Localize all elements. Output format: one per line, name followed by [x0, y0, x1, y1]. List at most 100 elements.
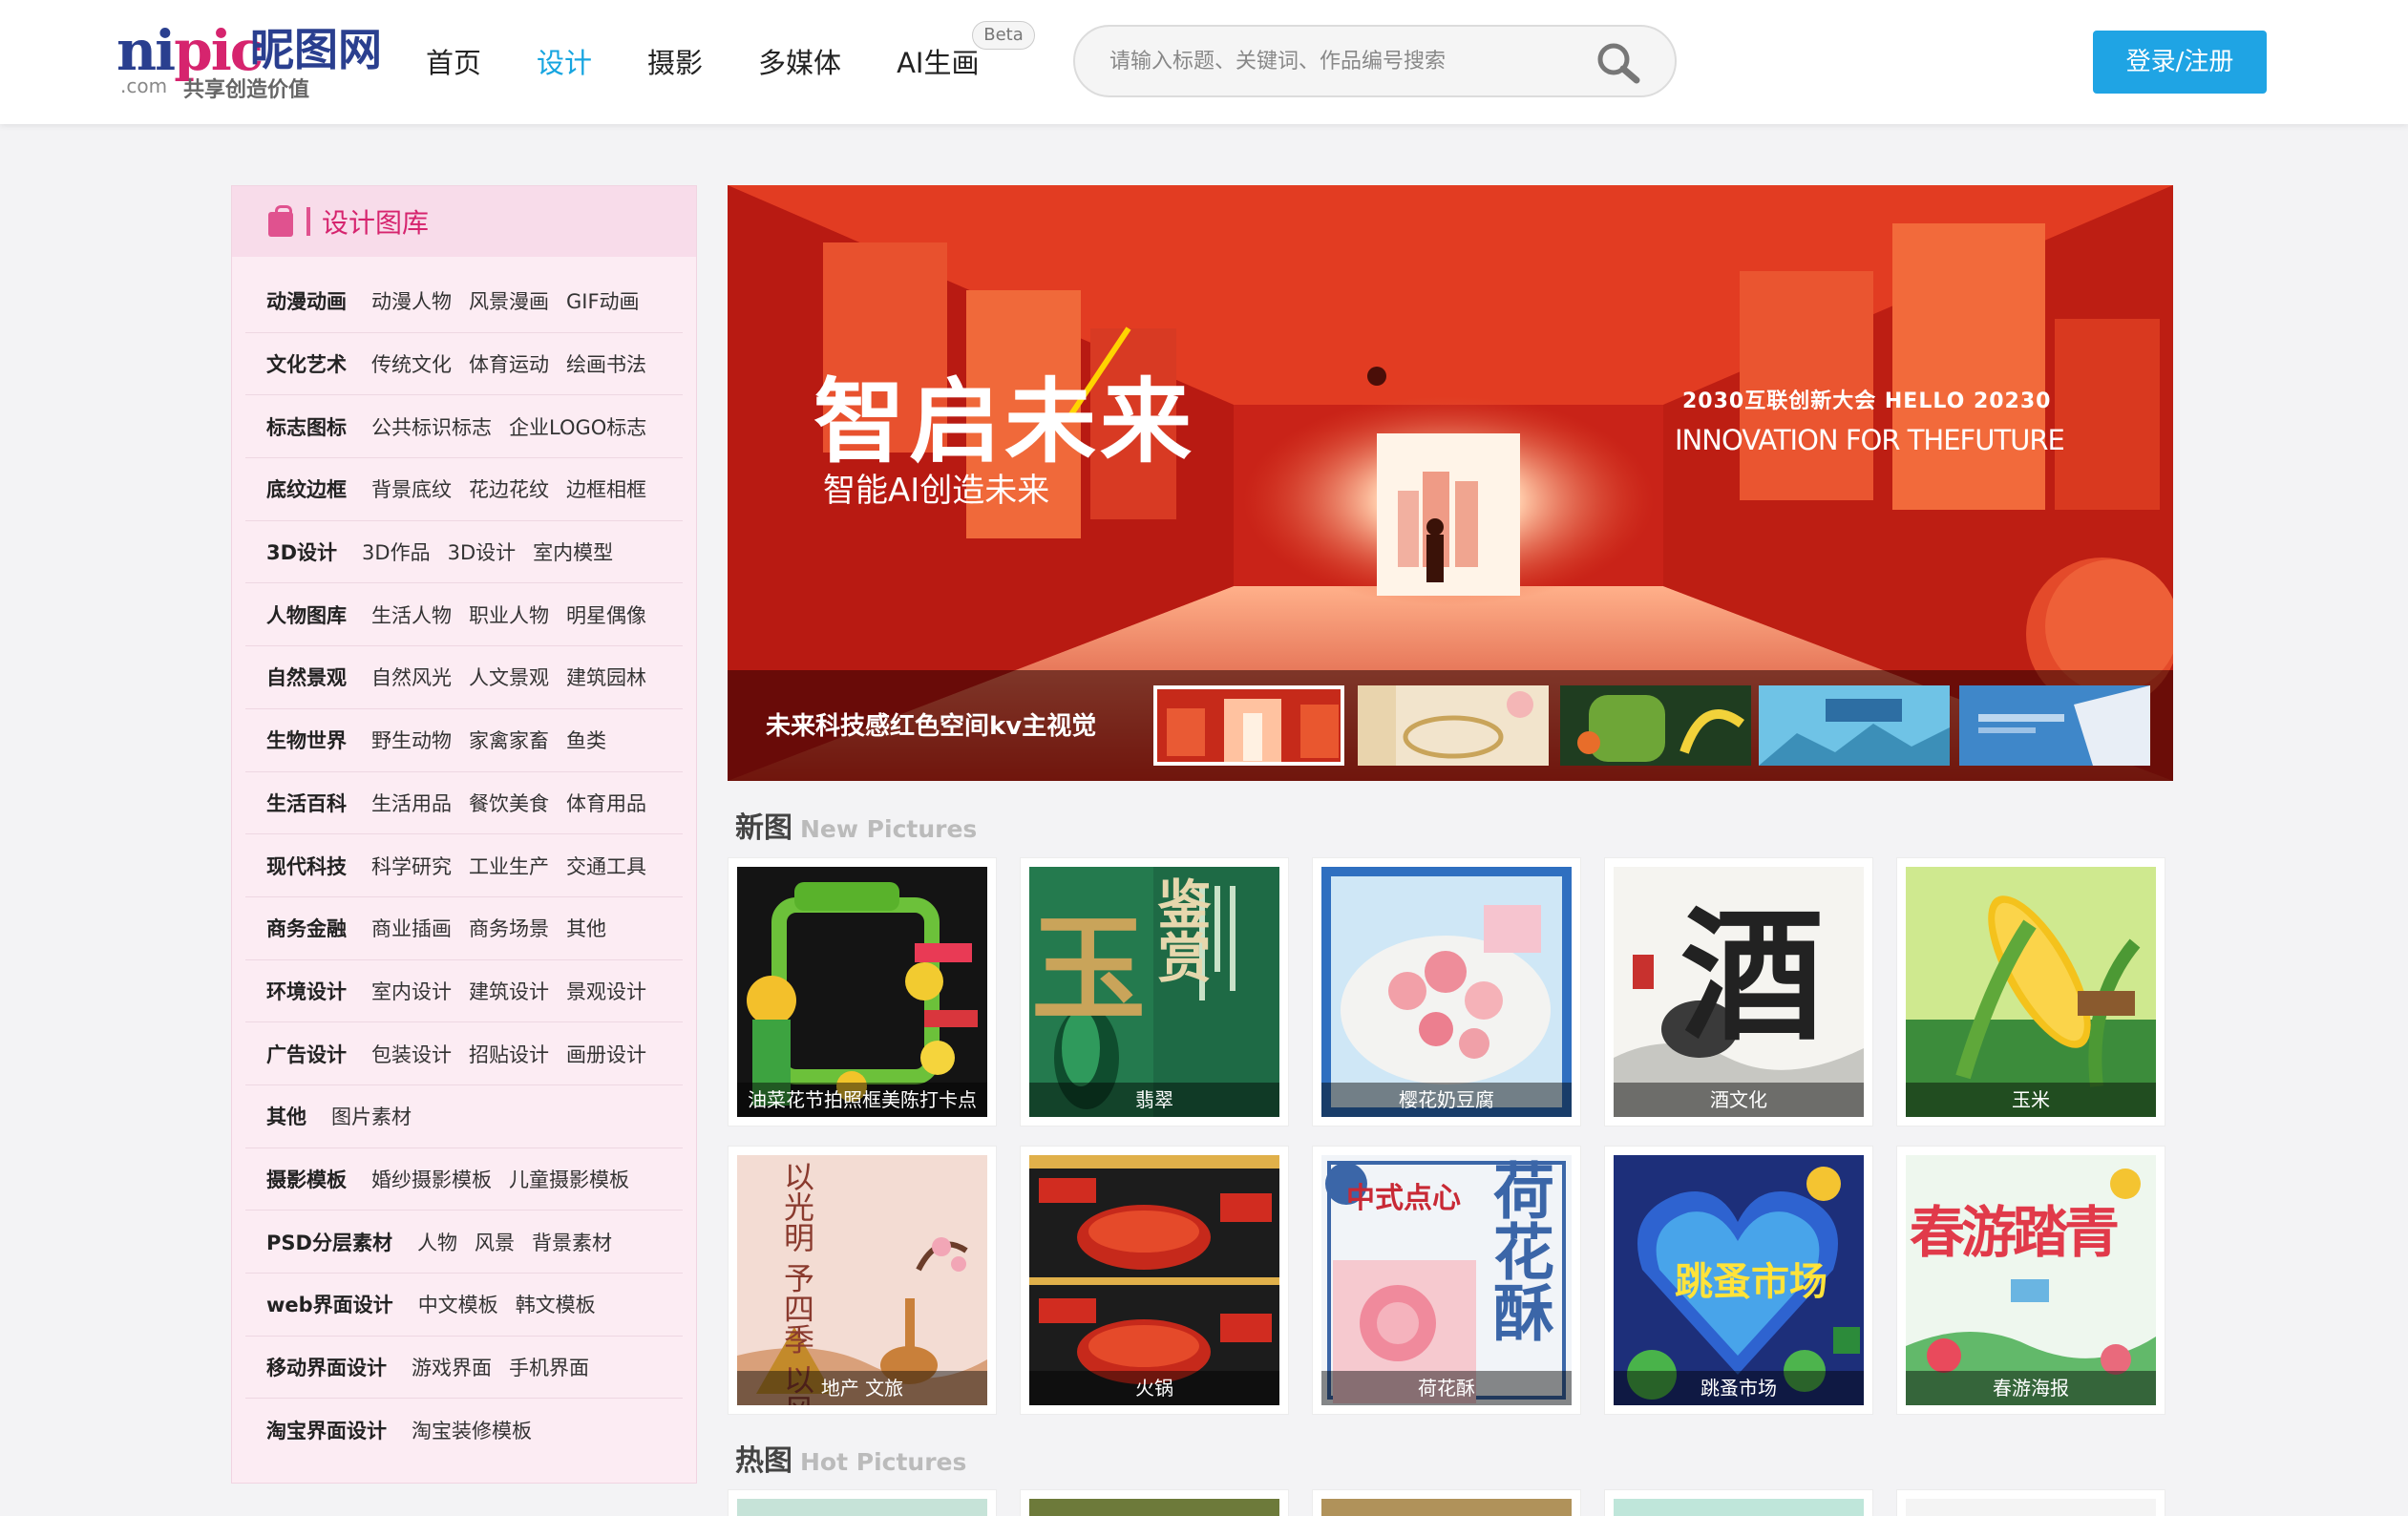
login-register-button[interactable]: 登录/注册 [2093, 31, 2267, 94]
category-link[interactable]: 其他 [266, 1102, 306, 1130]
subcategory-link[interactable]: 淘宝装修模板 [412, 1416, 532, 1444]
subcategory-link[interactable]: 游戏界面 [412, 1353, 492, 1381]
picture-card[interactable] [728, 1489, 997, 1516]
nav-design[interactable]: 设计 [537, 41, 592, 81]
subcategory-link[interactable]: 人物 [417, 1228, 457, 1256]
category-link[interactable]: 移动界面设计 [266, 1353, 387, 1381]
subcategory-link[interactable]: 传统文化 [371, 349, 452, 378]
subcategory-link[interactable]: 建筑园林 [566, 663, 646, 691]
picture-card[interactable] [1896, 1489, 2165, 1516]
picture-card[interactable]: 玉米 [1896, 857, 2165, 1126]
subcategory-link[interactable]: 包装设计 [371, 1040, 452, 1068]
subcategory-link[interactable]: 招贴设计 [469, 1040, 549, 1068]
subcategory-link[interactable]: 背景素材 [532, 1228, 612, 1256]
subcategory-link[interactable]: 明星偶像 [566, 600, 646, 629]
picture-card[interactable]: 跳蚤市场 跳蚤市场 [1604, 1146, 1873, 1415]
site-logo[interactable]: nipic 昵图网 .com 共享创造价值 [116, 23, 384, 102]
subcategory-link[interactable]: 交通工具 [566, 852, 646, 880]
subcategory-link[interactable]: 韩文模板 [516, 1290, 596, 1318]
category-link[interactable]: 底纹边框 [266, 474, 347, 503]
subcategory-link[interactable]: 中文模板 [418, 1290, 498, 1318]
subcategory-link[interactable]: 建筑设计 [469, 977, 549, 1005]
nav-ai-paint[interactable]: AI生画 [897, 41, 979, 81]
category-link[interactable]: 商务金融 [266, 914, 347, 942]
subcategory-link[interactable]: 鱼类 [566, 726, 606, 754]
subcategory-link[interactable]: 家禽家畜 [469, 726, 549, 754]
category-link[interactable]: 自然景观 [266, 663, 347, 691]
subcategory-link[interactable]: 花边花纹 [469, 474, 549, 503]
subcategory-link[interactable]: 风景漫画 [469, 286, 549, 315]
subcategory-link[interactable]: GIF动画 [566, 286, 640, 315]
carousel-thumb-3[interactable] [1560, 685, 1751, 766]
subcategory-link[interactable]: 图片素材 [331, 1102, 412, 1130]
picture-card[interactable] [1604, 1489, 1873, 1516]
subcategory-link[interactable]: 生活用品 [371, 789, 452, 817]
design-category-sidebar: 设计图库 动漫动画 动漫人物 风景漫画 GIF动画 文化艺术 传统文化 体育运动 绘画书法 标志… [231, 185, 697, 1484]
picture-card[interactable] [1312, 1489, 1581, 1516]
subcategory-link[interactable]: 野生动物 [371, 726, 452, 754]
subcategory-link[interactable]: 边框相框 [566, 474, 646, 503]
category-link[interactable]: 标志图标 [266, 412, 347, 441]
category-link[interactable]: 广告设计 [266, 1040, 347, 1068]
subcategory-link[interactable]: 画册设计 [566, 1040, 646, 1068]
category-link[interactable]: 3D设计 [266, 537, 337, 566]
category-link[interactable]: PSD分层素材 [266, 1228, 392, 1256]
carousel-thumb-5[interactable] [1959, 685, 2150, 766]
subcategory-link[interactable]: 自然风光 [371, 663, 452, 691]
subcategory-link[interactable]: 生活人物 [371, 600, 452, 629]
subcategory-link[interactable]: 室内设计 [371, 977, 452, 1005]
subcategory-link[interactable]: 企业LOGO标志 [509, 412, 646, 441]
subcategory-link[interactable]: 儿童摄影模板 [509, 1165, 629, 1193]
nav-home[interactable]: 首页 [426, 41, 481, 81]
category-link[interactable]: 淘宝界面设计 [266, 1416, 387, 1444]
nav-photo[interactable]: 摄影 [647, 41, 703, 81]
subcategory-link[interactable]: 人文景观 [469, 663, 549, 691]
title-divider [306, 207, 310, 236]
subcategory-link[interactable]: 餐饮美食 [469, 789, 549, 817]
category-link[interactable]: 现代科技 [266, 852, 347, 880]
category-link[interactable]: 摄影模板 [266, 1165, 347, 1193]
picture-card[interactable]: 玉 鉴赏 翡翠 [1020, 857, 1289, 1126]
subcategory-link[interactable]: 3D作品 [362, 537, 431, 566]
subcategory-link[interactable]: 背景底纹 [371, 474, 452, 503]
subcategory-link[interactable]: 室内模型 [533, 537, 613, 566]
subcategory-link[interactable]: 其他 [566, 914, 606, 942]
picture-card[interactable]: 酒 酒文化 [1604, 857, 1873, 1126]
picture-card[interactable] [1020, 1489, 1289, 1516]
subcategory-link[interactable]: 风景 [475, 1228, 515, 1256]
picture-card[interactable]: 春游踏青 春游海报 [1896, 1146, 2165, 1415]
category-link[interactable]: 环境设计 [266, 977, 347, 1005]
nav-multimedia[interactable]: 多媒体 [758, 41, 841, 81]
subcategory-link[interactable]: 手机界面 [509, 1353, 589, 1381]
category-link[interactable]: 人物图库 [266, 600, 347, 629]
picture-card[interactable]: 油菜花节拍照框美陈打卡点 [728, 857, 997, 1126]
subcategory-link[interactable]: 婚纱摄影模板 [371, 1165, 492, 1193]
carousel-thumb-1[interactable] [1153, 685, 1344, 766]
subcategory-link[interactable]: 3D设计 [448, 537, 517, 566]
subcategory-link[interactable]: 公共标识标志 [371, 412, 492, 441]
picture-card[interactable]: 火锅 [1020, 1146, 1289, 1415]
search-input[interactable] [1109, 40, 1568, 82]
category-link[interactable]: 动漫动画 [266, 286, 347, 315]
subcategory-link[interactable]: 科学研究 [371, 852, 452, 880]
subcategory-link[interactable]: 景观设计 [566, 977, 646, 1005]
subcategory-link[interactable]: 职业人物 [469, 600, 549, 629]
subcategory-link[interactable]: 绘画书法 [566, 349, 646, 378]
category-link[interactable]: 文化艺术 [266, 349, 347, 378]
picture-card[interactable]: 樱花奶豆腐 [1312, 857, 1581, 1126]
subcategory-link[interactable]: 工业生产 [469, 852, 549, 880]
picture-card[interactable]: 中式点心 荷花酥 荷花酥 [1312, 1146, 1581, 1415]
category-link[interactable]: web界面设计 [266, 1290, 393, 1318]
picture-card[interactable]: 以光明 予四季 以风景 予茶汤 地产 文旅 [728, 1146, 997, 1415]
subcategory-link[interactable]: 商业插画 [371, 914, 452, 942]
subcategory-link[interactable]: 体育运动 [469, 349, 549, 378]
category-link[interactable]: 生活百科 [266, 789, 347, 817]
subcategory-link[interactable]: 商务场景 [469, 914, 549, 942]
search-icon[interactable] [1595, 40, 1642, 86]
carousel-thumb-2[interactable] [1358, 685, 1549, 766]
subcategory-link[interactable]: 动漫人物 [371, 286, 452, 315]
carousel-thumb-4[interactable] [1759, 685, 1950, 766]
hero-banner[interactable]: 智启未来 智能AI创造未来 2030互联创新大会 HELLO 20230 INN… [728, 185, 2173, 781]
subcategory-link[interactable]: 体育用品 [566, 789, 646, 817]
category-link[interactable]: 生物世界 [266, 726, 347, 754]
